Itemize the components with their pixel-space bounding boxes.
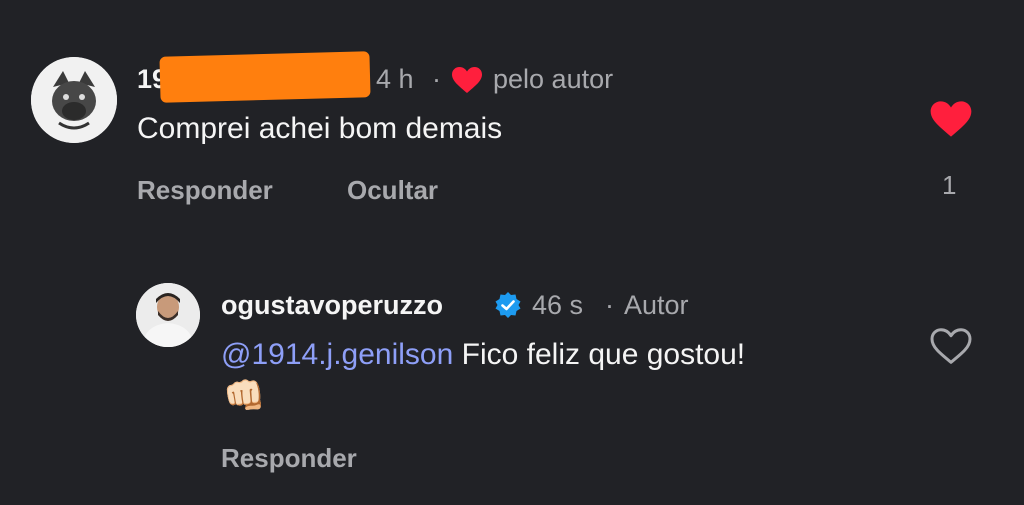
hide-button[interactable]: Ocultar — [347, 175, 438, 206]
reply-avatar[interactable] — [136, 283, 200, 347]
liked-by-author-label: pelo autor — [493, 64, 614, 94]
reply-username[interactable]: ogustavoperuzzo — [221, 290, 443, 321]
verified-badge-icon — [495, 292, 521, 318]
reply-text: @1914.j.genilson Fico feliz que gostou! — [221, 338, 745, 372]
heart-filled-icon — [452, 67, 482, 93]
mention-link[interactable]: @1914.j.genilson — [221, 338, 453, 371]
comment-time: 4 h — [376, 64, 414, 94]
username-redaction — [159, 51, 371, 103]
author-tag: Autor — [624, 290, 689, 320]
reply-reply-button[interactable]: Responder — [221, 443, 357, 474]
fist-emoji: 👊🏻 — [223, 377, 266, 415]
comment-text: Comprei achei bom demais — [137, 112, 503, 145]
like-heart-outline-icon[interactable] — [929, 327, 973, 365]
like-heart-filled-icon[interactable] — [929, 100, 973, 138]
reply-message: Fico feliz que gostou! — [461, 338, 746, 371]
person-avatar-icon — [136, 283, 200, 347]
comment-avatar[interactable] — [31, 57, 117, 143]
reply-button[interactable]: Responder — [137, 175, 273, 206]
comment-separator: · — [432, 64, 441, 94]
like-count: 1 — [942, 170, 957, 200]
reply-time: 46 s — [532, 290, 584, 320]
dog-avatar-icon — [31, 57, 117, 143]
reply-separator: · — [605, 290, 614, 320]
